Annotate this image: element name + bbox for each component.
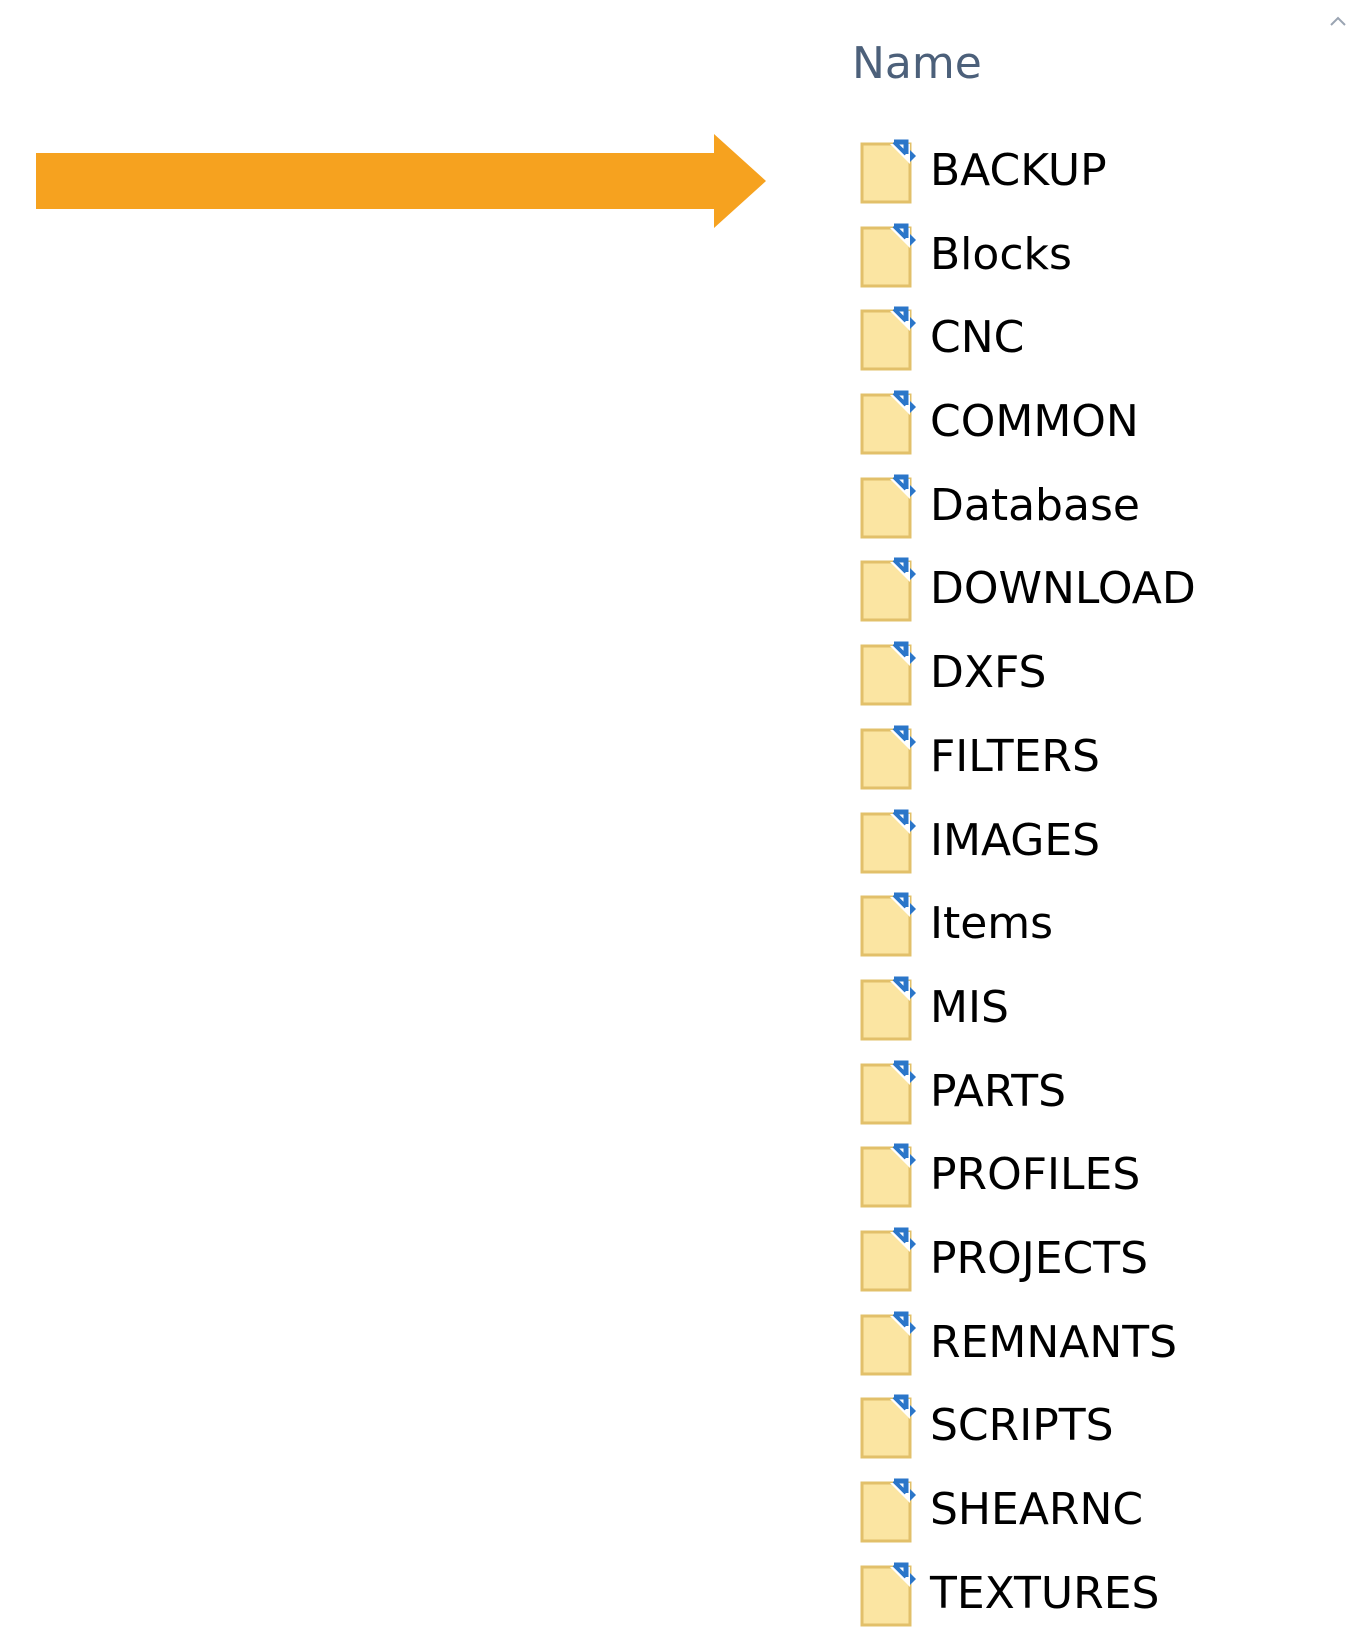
folder-shortcut-icon xyxy=(860,223,916,288)
file-row[interactable]: DXFS xyxy=(860,640,1340,724)
file-name: COMMON xyxy=(930,396,1139,448)
file-name: PARTS xyxy=(930,1065,1066,1117)
file-row[interactable]: Items xyxy=(860,891,1340,975)
file-row[interactable]: PROJECTS xyxy=(860,1226,1340,1310)
file-name: Blocks xyxy=(930,228,1072,280)
file-row[interactable]: REMNANTS xyxy=(860,1310,1340,1394)
file-name: Database xyxy=(930,479,1140,531)
file-name: BACKUP xyxy=(930,145,1107,196)
folder-shortcut-icon xyxy=(860,557,916,622)
file-row[interactable]: BACKUP xyxy=(860,138,1340,222)
file-row[interactable]: MIS xyxy=(860,975,1340,1059)
folder-shortcut-icon xyxy=(860,1478,916,1543)
file-row[interactable]: Database xyxy=(860,473,1340,557)
file-name: Items xyxy=(930,898,1054,950)
file-row[interactable]: Blocks xyxy=(860,222,1340,306)
file-name: DOWNLOAD xyxy=(930,563,1196,615)
file-list: BACKUP Blocks CNC COMMON Database DOWNLO… xyxy=(860,138,1340,1644)
folder-shortcut-icon xyxy=(860,1060,916,1125)
folder-shortcut-icon xyxy=(860,1227,916,1292)
arrow-right-icon xyxy=(36,134,766,228)
file-name: SHEARNC xyxy=(930,1484,1144,1535)
file-row[interactable]: COMMON xyxy=(860,389,1340,473)
folder-shortcut-icon xyxy=(860,725,916,790)
file-name: FILTERS xyxy=(930,730,1100,782)
file-row[interactable]: CNC xyxy=(860,305,1340,389)
folder-shortcut-icon xyxy=(860,892,916,957)
folder-shortcut-icon xyxy=(860,306,916,371)
folder-shortcut-icon xyxy=(860,641,916,706)
folder-shortcut-icon xyxy=(860,390,916,455)
folder-shortcut-icon xyxy=(860,474,916,539)
folder-shortcut-icon xyxy=(860,1311,916,1376)
file-row[interactable]: TEXTURES xyxy=(860,1561,1340,1644)
file-name: PROFILES xyxy=(930,1149,1141,1201)
file-name: PROJECTS xyxy=(930,1232,1149,1284)
folder-shortcut-icon xyxy=(860,1562,916,1627)
sort-caret-icon[interactable] xyxy=(1328,12,1348,32)
file-row[interactable]: PROFILES xyxy=(860,1142,1340,1226)
file-row[interactable]: PARTS xyxy=(860,1059,1340,1143)
file-name: TEXTURES xyxy=(930,1567,1160,1619)
folder-shortcut-icon xyxy=(860,139,916,204)
file-name: IMAGES xyxy=(930,814,1101,866)
folder-shortcut-icon xyxy=(860,976,916,1041)
file-name: MIS xyxy=(930,981,1009,1033)
file-name: CNC xyxy=(930,312,1025,364)
file-row[interactable]: FILTERS xyxy=(860,724,1340,808)
file-row[interactable]: IMAGES xyxy=(860,808,1340,892)
file-name: DXFS xyxy=(930,647,1047,699)
file-row[interactable]: SCRIPTS xyxy=(860,1393,1340,1477)
folder-shortcut-icon xyxy=(860,1143,916,1208)
folder-shortcut-icon xyxy=(860,809,916,873)
file-name: SCRIPTS xyxy=(930,1400,1114,1452)
column-header-name[interactable]: Name xyxy=(852,36,982,92)
file-row[interactable]: SHEARNC xyxy=(860,1477,1340,1561)
file-row[interactable]: DOWNLOAD xyxy=(860,556,1340,640)
file-name: REMNANTS xyxy=(930,1316,1178,1368)
folder-shortcut-icon xyxy=(860,1394,916,1459)
